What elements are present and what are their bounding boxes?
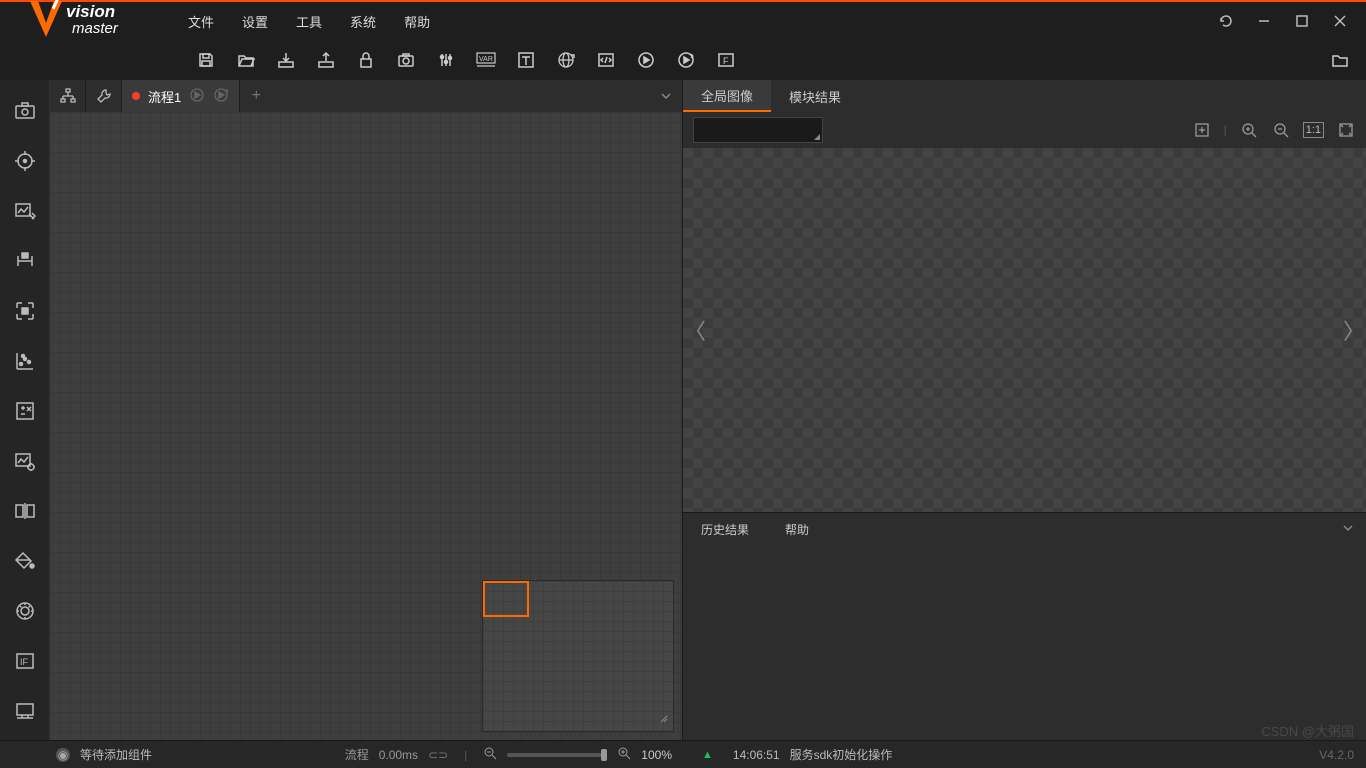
minimap-viewport[interactable] bbox=[483, 581, 529, 617]
tab-global-image[interactable]: 全局图像 bbox=[683, 80, 771, 112]
image-edit-tool-icon[interactable] bbox=[13, 200, 37, 222]
flow-panel: 流程1 + bbox=[50, 80, 682, 740]
link-icon: ⊂⊃ bbox=[428, 748, 448, 762]
close-button[interactable] bbox=[1332, 13, 1348, 29]
menu-help[interactable]: 帮助 bbox=[404, 12, 430, 31]
import-icon[interactable] bbox=[276, 50, 296, 70]
zoom-percent: 100% bbox=[641, 748, 682, 762]
camera-icon[interactable] bbox=[396, 50, 416, 70]
tab-play-icon[interactable] bbox=[189, 87, 205, 106]
calc-tool-icon[interactable] bbox=[13, 400, 37, 422]
lock-icon[interactable] bbox=[356, 50, 376, 70]
globe-icon[interactable] bbox=[556, 50, 576, 70]
compare-tool-icon[interactable] bbox=[13, 500, 37, 522]
minimap[interactable] bbox=[482, 580, 674, 732]
play-icon[interactable] bbox=[636, 50, 656, 70]
export-icon[interactable] bbox=[316, 50, 336, 70]
selection-tool-icon[interactable] bbox=[13, 300, 37, 322]
version-label: V4.2.0 bbox=[1319, 748, 1354, 762]
flow-tab-1[interactable]: 流程1 bbox=[122, 80, 240, 112]
zoom-slider[interactable] bbox=[507, 753, 607, 757]
zoom-in-small-icon[interactable] bbox=[617, 746, 631, 763]
svg-text:IF: IF bbox=[20, 657, 29, 667]
flow-wrench-icon[interactable] bbox=[86, 80, 122, 112]
add-view-icon[interactable] bbox=[1192, 120, 1212, 140]
image-viewer[interactable]: 〈 〉 bbox=[683, 148, 1366, 512]
sliders-icon[interactable] bbox=[436, 50, 456, 70]
flow-canvas[interactable] bbox=[50, 112, 682, 740]
record-dot-icon bbox=[132, 92, 140, 100]
status-ok-icon: ▲ bbox=[702, 749, 713, 761]
menu-tools[interactable]: 工具 bbox=[296, 12, 322, 31]
viewer-toolbar: | 1:1 bbox=[683, 112, 1366, 148]
tab-history-result[interactable]: 历史结果 bbox=[683, 513, 767, 547]
flow-tab-bar: 流程1 + bbox=[50, 80, 682, 112]
zoom-1to1-button[interactable]: 1:1 bbox=[1303, 122, 1324, 138]
main-toolbar: VAR F bbox=[0, 40, 1366, 80]
right-panel: 全局图像 模块结果 | 1:1 〈 〉 历史结果 帮助 bbox=[682, 80, 1366, 740]
right-bottom-tabs: 历史结果 帮助 bbox=[683, 512, 1366, 546]
menu-system[interactable]: 系统 bbox=[350, 12, 376, 31]
monitor-tool-icon[interactable] bbox=[13, 700, 37, 722]
collapse-bottom-icon[interactable] bbox=[1342, 522, 1366, 537]
prev-image-icon[interactable]: 〈 bbox=[683, 310, 707, 350]
flow-tab-label: 流程1 bbox=[148, 87, 181, 106]
variable-icon[interactable]: VAR bbox=[476, 50, 496, 70]
status-hint-text: 等待添加组件 bbox=[80, 746, 152, 763]
svg-text:master: master bbox=[72, 20, 119, 37]
left-sidebar: IF bbox=[0, 80, 50, 740]
status-bar: ◉ 等待添加组件 流程 0.00ms ⊂⊃ | 100% ▲ 14:06:51 … bbox=[0, 740, 1366, 768]
add-flow-tab-button[interactable]: + bbox=[240, 87, 272, 105]
status-message: 服务sdk初始化操作 bbox=[790, 746, 893, 763]
tab-help[interactable]: 帮助 bbox=[767, 513, 827, 547]
refresh-icon[interactable] bbox=[1218, 13, 1234, 29]
code-icon[interactable] bbox=[596, 50, 616, 70]
maximize-button[interactable] bbox=[1294, 13, 1310, 29]
front-panel-icon[interactable]: F bbox=[716, 50, 736, 70]
image-settings-tool-icon[interactable] bbox=[13, 450, 37, 472]
open-folder-right-icon[interactable] bbox=[1330, 50, 1350, 70]
menu-settings[interactable]: 设置 bbox=[242, 12, 268, 31]
zoom-out-small-icon[interactable] bbox=[483, 746, 497, 763]
camera-tool-icon[interactable] bbox=[13, 100, 37, 122]
status-time: 14:06:51 bbox=[723, 748, 780, 762]
hint-bulb-icon: ◉ bbox=[56, 748, 70, 762]
right-bottom-content bbox=[683, 546, 1366, 740]
flow-timing-value: 0.00ms bbox=[379, 748, 418, 762]
svg-text:vision: vision bbox=[66, 2, 115, 21]
zoom-out-icon[interactable] bbox=[1271, 120, 1291, 140]
fill-tool-icon[interactable] bbox=[13, 550, 37, 572]
minimize-button[interactable] bbox=[1256, 13, 1272, 29]
tab-play-loop-icon[interactable] bbox=[213, 87, 229, 106]
zoom-in-icon[interactable] bbox=[1239, 120, 1259, 140]
tab-module-result[interactable]: 模块结果 bbox=[771, 80, 859, 112]
condition-tool-icon[interactable]: IF bbox=[13, 650, 37, 672]
target-tool-icon[interactable] bbox=[13, 150, 37, 172]
image-source-dropdown[interactable] bbox=[693, 117, 823, 143]
svg-text:F: F bbox=[723, 56, 729, 66]
svg-text:VAR: VAR bbox=[479, 56, 493, 63]
play-repeat-icon[interactable] bbox=[676, 50, 696, 70]
scatter-tool-icon[interactable] bbox=[13, 350, 37, 372]
minimap-resize-icon[interactable] bbox=[659, 713, 669, 727]
text-tool-icon[interactable] bbox=[516, 50, 536, 70]
next-image-icon[interactable]: 〉 bbox=[1342, 310, 1366, 350]
fit-screen-icon[interactable] bbox=[1336, 120, 1356, 140]
flow-tree-icon[interactable] bbox=[50, 80, 86, 112]
app-logo: vision master bbox=[0, 0, 160, 60]
open-folder-icon[interactable] bbox=[236, 50, 256, 70]
save-icon[interactable] bbox=[196, 50, 216, 70]
gauge-tool-icon[interactable] bbox=[13, 600, 37, 622]
caliper-tool-icon[interactable] bbox=[13, 250, 37, 272]
title-bar: vision master 文件 设置 工具 系统 帮助 bbox=[0, 2, 1366, 40]
right-panel-tabs: 全局图像 模块结果 bbox=[683, 80, 1366, 112]
menu-file[interactable]: 文件 bbox=[188, 12, 214, 31]
flow-timing-label: 流程 bbox=[345, 746, 369, 763]
flow-tab-dropdown-icon[interactable] bbox=[650, 90, 682, 102]
